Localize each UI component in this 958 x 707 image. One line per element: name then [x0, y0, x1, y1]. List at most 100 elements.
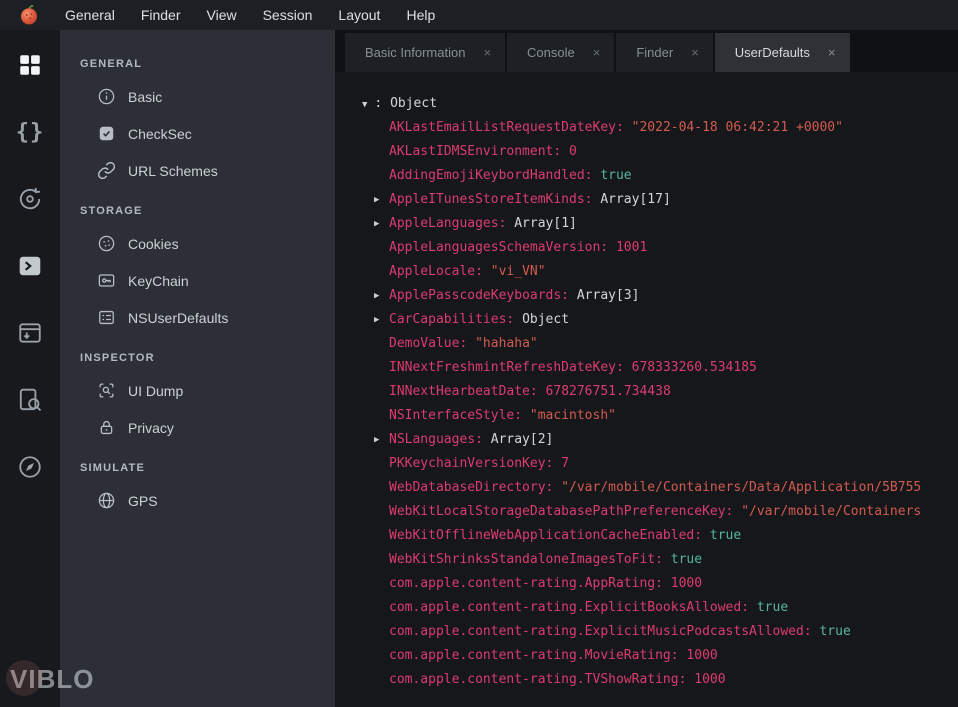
rail-item-console[interactable]	[10, 246, 50, 286]
sidebar-item-label: Basic	[128, 89, 162, 105]
menu-item-view[interactable]: View	[194, 0, 250, 30]
tree-row[interactable]: ▶CarCapabilities: Object	[362, 308, 958, 332]
tree-value: true	[819, 624, 850, 639]
tree-key: WebKitShrinksStandaloneImagesToFit:	[389, 552, 663, 567]
sidebar-item-label: UI Dump	[128, 383, 183, 399]
tree-row: WebDatabaseDirectory: "/var/mobile/Conta…	[362, 476, 958, 500]
tree-value: true	[671, 552, 702, 567]
tree-value: Array[3]	[577, 288, 640, 303]
sidebar-item-gps[interactable]: GPS	[60, 482, 335, 519]
close-icon[interactable]: ×	[593, 46, 601, 59]
tree-key: AKLastIDMSEnvironment:	[389, 144, 561, 159]
screen-arrow-icon	[17, 320, 43, 346]
tree-value: true	[757, 600, 788, 615]
close-icon[interactable]: ×	[483, 46, 491, 59]
menu-item-layout[interactable]: Layout	[325, 0, 393, 30]
expand-arrow-icon[interactable]: ▶	[374, 212, 379, 236]
tree-row: DemoValue: "hahaha"	[362, 332, 958, 356]
tree-value: 1000	[671, 576, 702, 591]
tree-key: WebKitLocalStorageDatabasePathPreference…	[389, 504, 733, 519]
tree-key: AddingEmojiKeybordHandled:	[389, 168, 593, 183]
tree-value: "hahaha"	[475, 336, 538, 351]
sidebar-item-keychain[interactable]: KeyChain	[60, 262, 335, 299]
rail-item-simulate[interactable]	[10, 447, 50, 487]
tree-row[interactable]: ▶AppleITunesStoreItemKinds: Array[17]	[362, 188, 958, 212]
sidebar-item-privacy[interactable]: Privacy	[60, 409, 335, 446]
tree-row[interactable]: ▶ApplePasscodeKeyboards: Array[3]	[362, 284, 958, 308]
list-card-icon	[97, 308, 116, 327]
sidebar-item-basic[interactable]: Basic	[60, 78, 335, 115]
section-title-general: GENERAL	[60, 42, 335, 78]
close-icon[interactable]: ×	[691, 46, 699, 59]
tree-row: INNextFreshmintRefreshDateKey: 678333260…	[362, 356, 958, 380]
tree-row: WebKitShrinksStandaloneImagesToFit: true	[362, 548, 958, 572]
rail-item-dashboard[interactable]	[10, 45, 50, 85]
rail-item-hooks[interactable]	[10, 179, 50, 219]
tree-row[interactable]: ▶NSLanguages: Array[2]	[362, 428, 958, 452]
tree-value: "2022-04-18 06:42:21 +0000"	[632, 120, 843, 135]
terminal-icon	[17, 253, 43, 279]
tree-value: "/var/mobile/Containers	[741, 504, 921, 519]
tree-value: Array[17]	[600, 192, 670, 207]
tree-key: NSInterfaceStyle:	[389, 408, 522, 423]
lock-icon	[97, 418, 116, 437]
tab-finder[interactable]: Finder ×	[616, 33, 712, 72]
passionfruit-logo-icon	[18, 4, 40, 26]
sidebar-item-nsuserdefaults[interactable]: NSUserDefaults	[60, 299, 335, 336]
tree-value: Array[1]	[514, 216, 577, 231]
dashboard-grid-icon	[17, 52, 43, 78]
rail-item-modules[interactable]	[10, 313, 50, 353]
tab-label: Basic Information	[365, 45, 465, 60]
menu-item-finder[interactable]: Finder	[128, 0, 194, 30]
tree-row: com.apple.content-rating.ExplicitBooksAl…	[362, 596, 958, 620]
collapse-arrow-icon[interactable]: ▼	[362, 100, 367, 110]
tree-key: WebDatabaseDirectory:	[389, 480, 553, 495]
sidebar-item-label: GPS	[128, 493, 158, 509]
tree-root-label: : Object	[374, 96, 437, 111]
tree-key: com.apple.content-rating.AppRating:	[389, 576, 663, 591]
tab-label: Console	[527, 45, 575, 60]
tab-basic-information[interactable]: Basic Information ×	[345, 33, 505, 72]
tree-row[interactable]: ▶AppleLanguages: Array[1]	[362, 212, 958, 236]
tree-key: CarCapabilities:	[389, 312, 514, 327]
tab-console[interactable]: Console ×	[507, 33, 614, 72]
tree-value: true	[600, 168, 631, 183]
tree-key: com.apple.content-rating.MovieRating:	[389, 648, 679, 663]
json-tree: ▼ : Object AKLastEmailListRequestDateKey:…	[335, 72, 958, 707]
tree-key: INNextHearbeatDate:	[389, 384, 538, 399]
tree-key: AKLastEmailListRequestDateKey:	[389, 120, 624, 135]
tree-row: AppleLanguagesSchemaVersion: 1001	[362, 236, 958, 260]
tab-bar: Basic Information × Console × Finder × U…	[335, 30, 958, 72]
close-icon[interactable]: ×	[828, 46, 836, 59]
sidebar-item-cookies[interactable]: Cookies	[60, 225, 335, 262]
rail-item-ui-inspect[interactable]	[10, 380, 50, 420]
tree-root-row[interactable]: ▼ : Object	[362, 92, 958, 116]
sidebar-item-label: CheckSec	[128, 126, 192, 142]
scan-search-icon	[97, 381, 116, 400]
tree-row: WebKitOfflineWebApplicationCacheEnabled:…	[362, 524, 958, 548]
menu-item-help[interactable]: Help	[393, 0, 448, 30]
tree-row: AKLastIDMSEnvironment: 0	[362, 140, 958, 164]
tree-row: AppleLocale: "vi_VN"	[362, 260, 958, 284]
expand-arrow-icon[interactable]: ▶	[374, 188, 379, 212]
sidebar-item-url-schemes[interactable]: URL Schemes	[60, 152, 335, 189]
sidebar-item-ui-dump[interactable]: UI Dump	[60, 372, 335, 409]
sidebar-item-checksec[interactable]: CheckSec	[60, 115, 335, 152]
expand-arrow-icon[interactable]: ▶	[374, 428, 379, 452]
sidebar: GENERAL Basic CheckSec URL Schem	[60, 30, 335, 707]
tree-row: PKKeychainVersionKey: 7	[362, 452, 958, 476]
tree-value: Array[2]	[491, 432, 554, 447]
braces-icon: {}	[16, 120, 45, 145]
keychain-icon	[97, 271, 116, 290]
tree-value: 678333260.534185	[632, 360, 757, 375]
sidebar-item-label: URL Schemes	[128, 163, 218, 179]
tree-key: WebKitOfflineWebApplicationCacheEnabled:	[389, 528, 702, 543]
tree-value: 0	[569, 144, 577, 159]
menu-item-session[interactable]: Session	[250, 0, 326, 30]
expand-arrow-icon[interactable]: ▶	[374, 284, 379, 308]
tree-value: 7	[561, 456, 569, 471]
menu-item-general[interactable]: General	[52, 0, 128, 30]
tab-userdefaults[interactable]: UserDefaults ×	[715, 33, 850, 72]
rail-item-braces[interactable]: {}	[10, 112, 50, 152]
expand-arrow-icon[interactable]: ▶	[374, 308, 379, 332]
